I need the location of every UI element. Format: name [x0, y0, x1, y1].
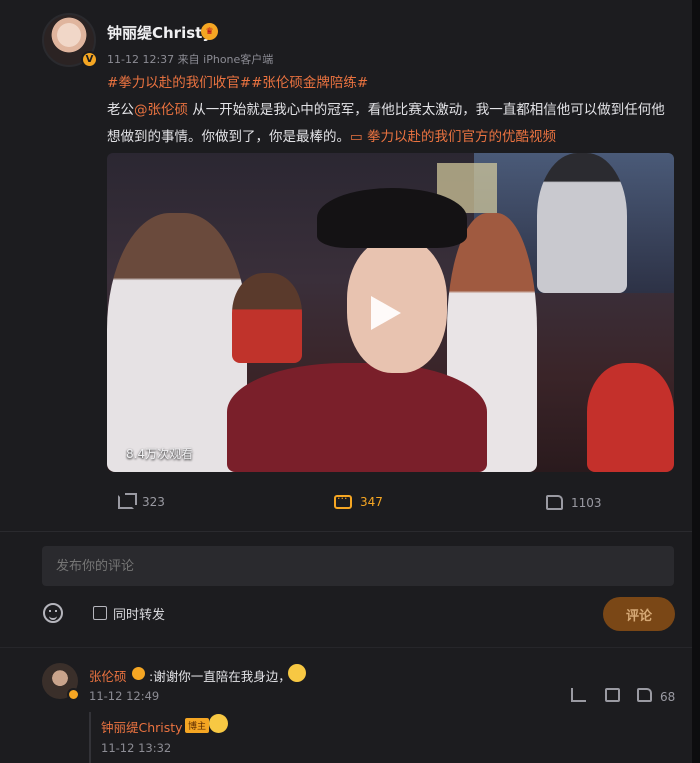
- reply-divider: [89, 712, 91, 763]
- crown-icon: ♛: [201, 23, 218, 40]
- verified-icon: [67, 688, 80, 701]
- comment-avatar[interactable]: [42, 663, 80, 701]
- submit-comment-button[interactable]: 评论: [603, 597, 675, 631]
- divider: [0, 647, 692, 648]
- comment-icon[interactable]: [605, 688, 620, 702]
- repost-checkbox[interactable]: [93, 606, 107, 620]
- video-figure: [587, 363, 674, 472]
- author-badge: 博主: [185, 718, 210, 733]
- share-icon: [118, 493, 137, 509]
- video-figure: [317, 188, 467, 248]
- video-figure: [227, 363, 487, 472]
- post-hashtags[interactable]: #拳力以赴的我们收官##张伦硕金牌陪练#: [107, 75, 368, 91]
- video-link-label: 拳力以赴的我们官方的优酷视频: [367, 129, 557, 145]
- like-button[interactable]: 1103: [546, 495, 602, 510]
- comment-like-count: 68: [660, 690, 676, 704]
- author-name[interactable]: 钟丽缇Christy: [107, 22, 212, 43]
- comment-author[interactable]: 张伦硕: [89, 666, 127, 685]
- video-player[interactable]: 8.4万次观看: [107, 153, 674, 472]
- emoji-icon: [288, 664, 306, 682]
- comment-time: 11-12 12:49: [89, 689, 160, 703]
- verified-icon: V: [81, 51, 98, 68]
- video-figure: [232, 273, 302, 363]
- post-meta: 11-12 12:37 来自 iPhone客户端: [107, 53, 274, 66]
- video-link[interactable]: ▭ 拳力以赴的我们官方的优酷视频: [350, 129, 556, 145]
- crown-icon: [132, 667, 145, 680]
- like-icon: [546, 495, 563, 510]
- post-text: #拳力以赴的我们收官##张伦硕金牌陪练# 老公@张伦硕 从一开始就是我心中的冠军…: [107, 70, 677, 151]
- view-count: 8.4万次观看: [126, 447, 194, 461]
- repost-label[interactable]: 同时转发: [113, 604, 165, 623]
- weibo-post-card: V 钟丽缇Christy ♛ 11-12 12:37 来自 iPhone客户端 …: [0, 0, 692, 763]
- share-icon[interactable]: [571, 688, 586, 702]
- play-icon[interactable]: [371, 296, 401, 330]
- reply-time: 11-12 13:32: [101, 741, 172, 755]
- page-edge: [692, 0, 700, 763]
- text-prefix: 老公: [107, 102, 134, 118]
- share-button[interactable]: 323: [118, 493, 165, 509]
- video-figure: [107, 213, 247, 472]
- comment-text: :谢谢你一直陪在我身边，: [149, 669, 291, 684]
- video-figure: [537, 153, 627, 293]
- comment-button[interactable]: 347: [334, 492, 383, 509]
- share-count: 323: [142, 495, 165, 509]
- like-icon[interactable]: [637, 688, 652, 702]
- comment-count: 347: [360, 495, 383, 509]
- comment-icon: [334, 492, 352, 509]
- mention-link[interactable]: @张伦硕: [134, 102, 188, 118]
- comment-input[interactable]: [42, 546, 674, 586]
- like-count: 1103: [571, 495, 602, 510]
- author-avatar[interactable]: V: [42, 13, 98, 68]
- emoji-icon[interactable]: [43, 603, 63, 623]
- reply-author[interactable]: 钟丽缇Christy: [101, 717, 183, 736]
- divider: [0, 531, 692, 532]
- emoji-icon: [209, 714, 228, 733]
